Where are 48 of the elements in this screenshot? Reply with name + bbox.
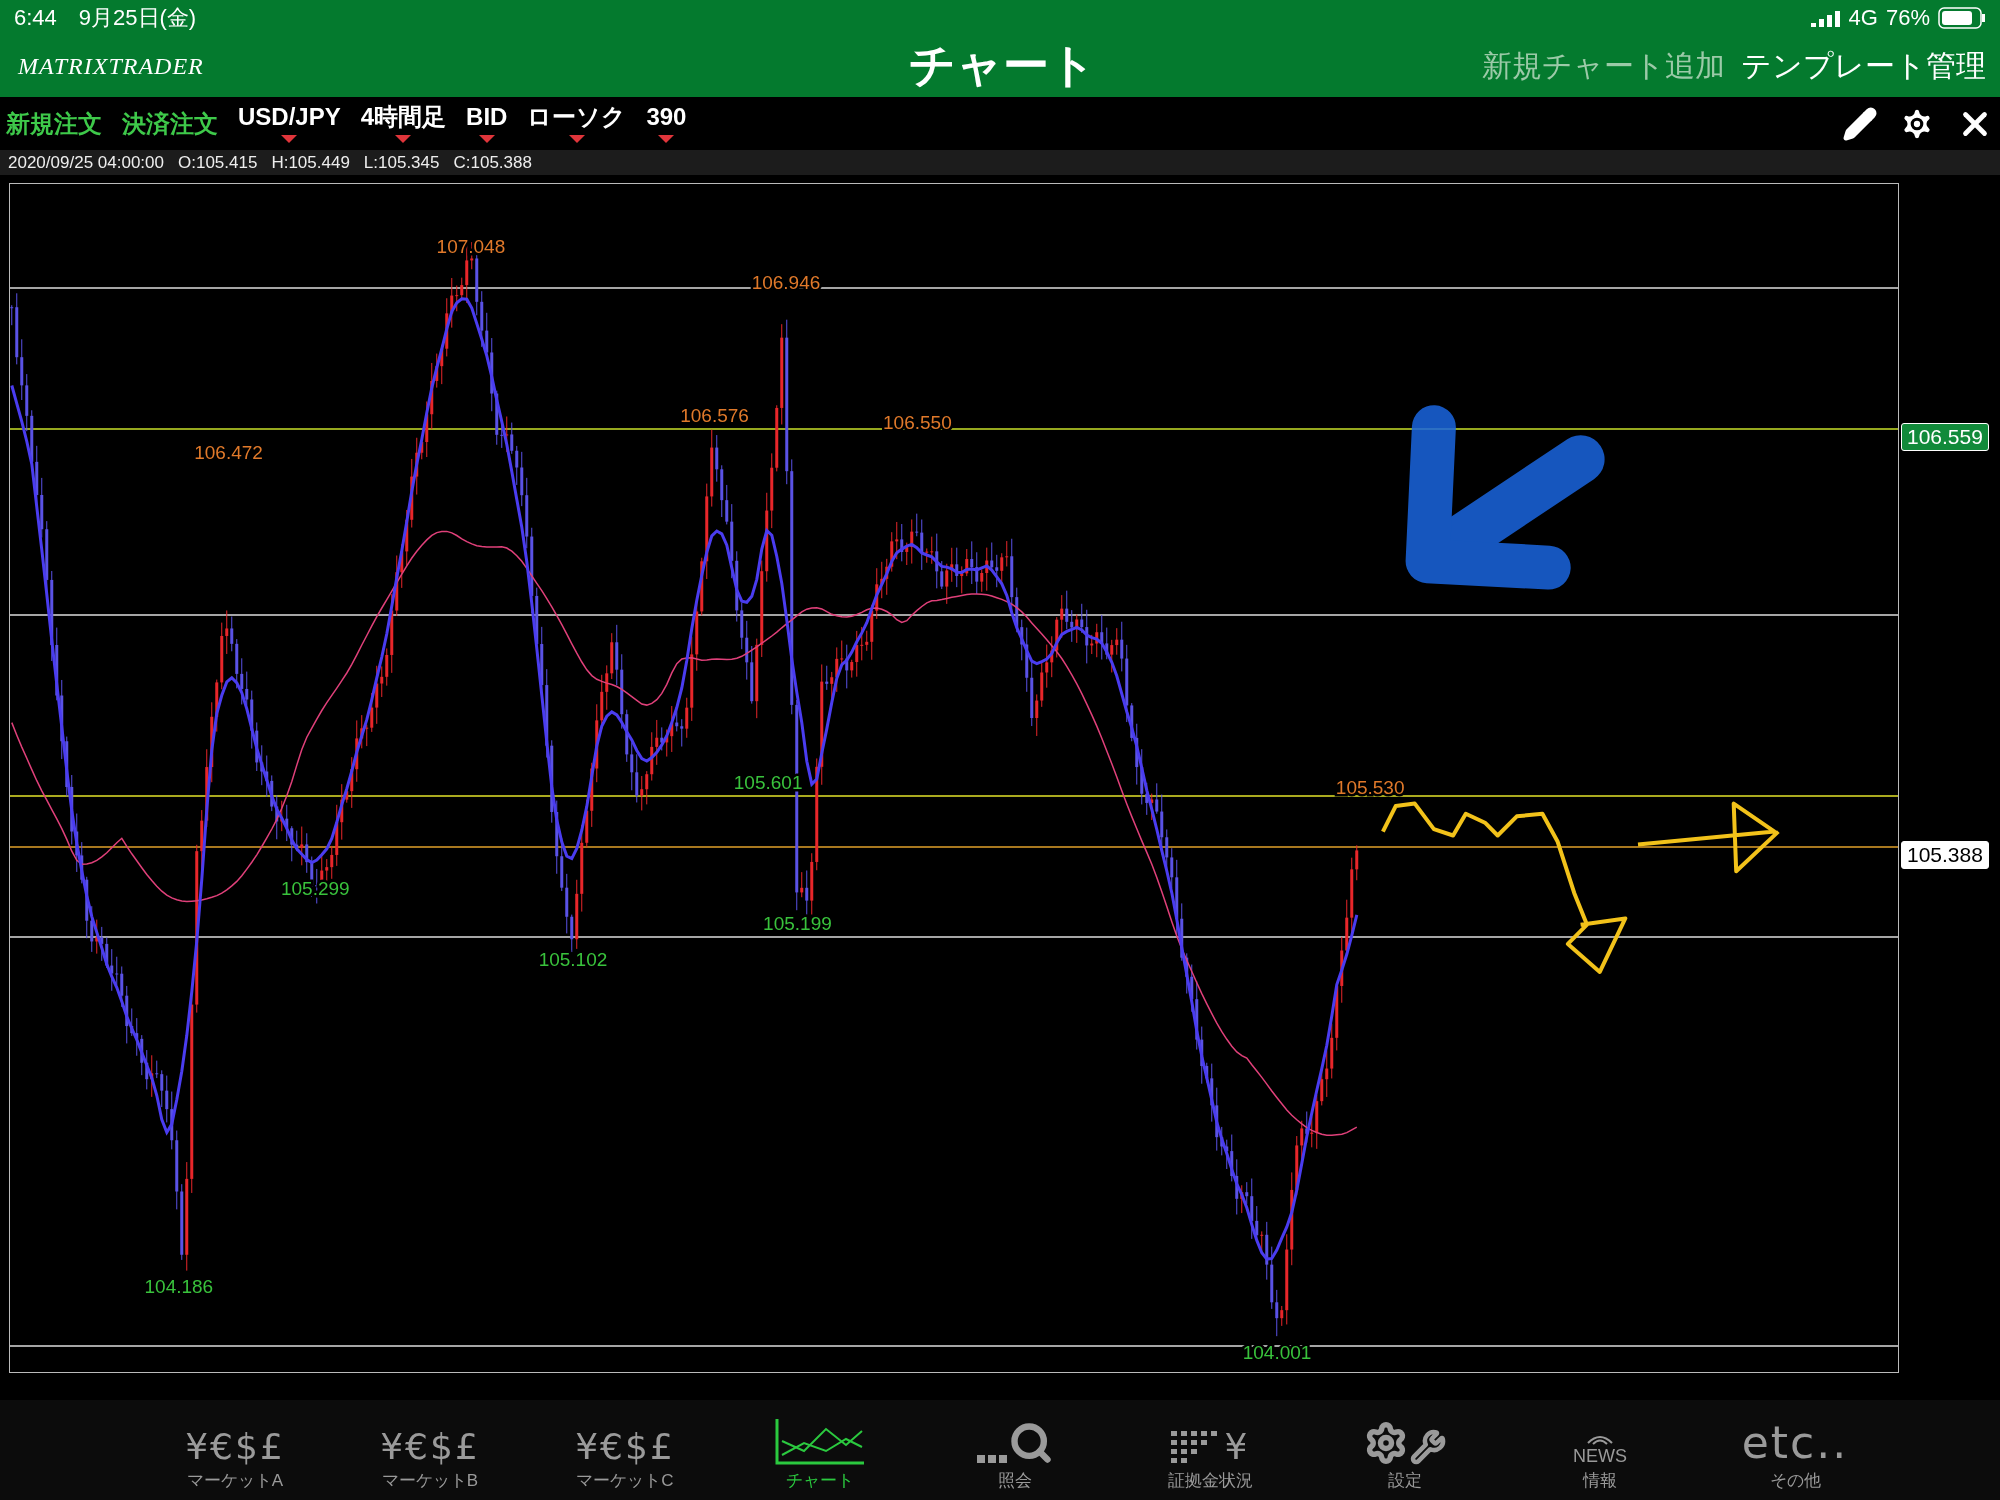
chart-selector[interactable]: 390 xyxy=(646,103,687,144)
line-chart-icon xyxy=(774,1417,866,1465)
app-logo: MATRIXTRADER xyxy=(18,52,204,80)
chart-selector[interactable]: BID xyxy=(466,103,508,144)
nav-tab[interactable]: ¥ 証拠金状況 xyxy=(1112,1400,1308,1500)
price-tag: 106.559 xyxy=(1901,423,1989,451)
nav-tab[interactable]: NEWS 情報 xyxy=(1502,1400,1698,1500)
nav-tab[interactable]: etc.. その他 xyxy=(1697,1400,1893,1500)
screen-title: チャート xyxy=(908,38,1096,93)
ohlc-value: C:105.388 xyxy=(453,152,532,173)
battery-percent: 76% xyxy=(1885,4,1930,31)
network-type: 4G xyxy=(1848,4,1878,31)
ohlc-value: L:105.345 xyxy=(363,152,440,173)
nav-tab[interactable]: ¥€$£ マーケットA xyxy=(137,1400,333,1500)
nav-tab[interactable]: ¥€$£ マーケットC xyxy=(527,1400,723,1500)
search-icon xyxy=(977,1421,1053,1465)
chart-selector[interactable]: 4時間足 xyxy=(360,103,447,144)
bar-datetime: 2020/09/25 04:00:00 xyxy=(8,152,164,173)
price-annotation: 104.186 xyxy=(144,1275,214,1297)
price-annotation: 105.199 xyxy=(763,913,832,935)
nav-tab[interactable]: ¥€$£ マーケットB xyxy=(332,1400,528,1500)
gear-wrench-icon xyxy=(1364,1421,1446,1465)
currency-symbols-icon: ¥€$£ xyxy=(185,1429,285,1465)
price-annotation: 105.102 xyxy=(538,949,608,971)
signal-icon xyxy=(1810,8,1841,27)
pencil-icon[interactable] xyxy=(1842,105,1878,142)
order-button[interactable]: 決済注文 xyxy=(122,107,218,140)
price-annotation: 106.576 xyxy=(680,404,749,426)
chart-selector[interactable]: USD/JPY xyxy=(238,103,341,144)
ohlc-value: O:105.415 xyxy=(178,152,258,173)
price-annotation: 105.530 xyxy=(1335,777,1405,798)
currency-symbols-icon: ¥€$£ xyxy=(575,1429,675,1465)
order-button[interactable]: 新規注文 xyxy=(6,107,102,140)
ohlc-value: H:105.449 xyxy=(271,152,350,173)
header-action-button[interactable]: テンプレート管理 xyxy=(1741,45,1986,87)
price-annotation: 106.550 xyxy=(883,412,952,434)
currency-symbols-icon: ¥€$£ xyxy=(380,1429,480,1465)
status-time: 6:44 xyxy=(14,4,57,31)
nav-tab[interactable]: チャート xyxy=(722,1400,918,1500)
price-annotation: 106.472 xyxy=(194,441,263,463)
status-date: 9月25日(金) xyxy=(78,3,197,32)
nav-tab[interactable]: 照会 xyxy=(917,1400,1113,1500)
chart-selector[interactable]: ローソク xyxy=(527,103,627,144)
battery-icon xyxy=(1938,6,1986,29)
nav-tab[interactable]: 設定 xyxy=(1307,1400,1503,1500)
price-annotation: 104.001 xyxy=(1242,1342,1312,1364)
price-tag: 105.388 xyxy=(1901,841,1989,869)
currency-symbols-icon: etc.. xyxy=(1741,1421,1849,1465)
